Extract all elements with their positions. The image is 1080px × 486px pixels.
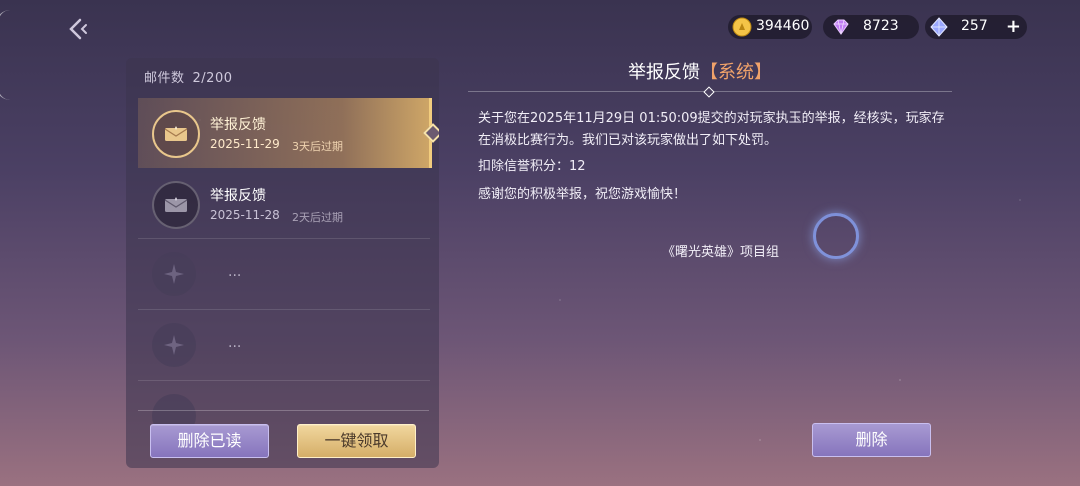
mail-date: 2025-11-28 <box>210 208 280 222</box>
envelope-open-icon <box>164 126 188 141</box>
mail-item[interactable]: 举报反馈 2025-11-28 2天后过期 <box>138 169 430 239</box>
mail-count-value: 2/200 <box>192 71 233 86</box>
back-button[interactable] <box>62 14 96 44</box>
placeholder-circle <box>152 394 196 428</box>
blue-crystal-icon <box>930 17 948 37</box>
gold-currency: 394460 <box>728 15 812 39</box>
delete-read-button[interactable]: 删除已读 <box>150 424 269 458</box>
mail-count: 邮件数 2/200 <box>144 67 232 86</box>
mail-list: 举报反馈 2025-11-29 3天后过期 举报反馈 2025-11-28 2天… <box>138 98 439 428</box>
divider <box>138 309 430 310</box>
add-currency-button[interactable]: + <box>1006 16 1021 37</box>
placeholder-dots: ... <box>228 335 242 351</box>
sparkle-icon <box>164 264 184 284</box>
gold-amount: 394460 <box>756 18 810 34</box>
mail-placeholder <box>138 382 430 428</box>
claim-all-button[interactable]: 一键领取 <box>297 424 416 458</box>
divider-diamond-icon <box>703 86 715 98</box>
envelope-open-icon <box>164 197 188 212</box>
mail-expiry: 3天后过期 <box>292 140 343 153</box>
divider <box>138 238 430 239</box>
mail-title: 举报反馈 <box>210 188 266 204</box>
gold-coin-icon <box>732 17 752 37</box>
mail-expiry: 2天后过期 <box>292 211 343 224</box>
placeholder-circle <box>152 252 196 296</box>
delete-button[interactable]: 删除 <box>812 423 931 457</box>
edge-arc-decoration <box>0 10 12 100</box>
divider <box>138 380 430 381</box>
sparkle-icon <box>164 335 184 355</box>
purple-diamond-currency: 8723 <box>823 15 919 39</box>
placeholder-dots: ... <box>228 264 242 280</box>
blue-crystal-amount: 257 <box>961 18 988 34</box>
system-tag: 【系统】 <box>700 62 772 83</box>
mail-list-panel: 邮件数 2/200 举报反馈 2025-11-29 3天后过期 举报反馈 202… <box>126 58 439 468</box>
chevron-left-icon <box>69 18 87 40</box>
mail-placeholder: ... <box>138 311 430 381</box>
mail-content-title: 举报反馈【系统】 <box>610 58 790 84</box>
mail-icon-circle <box>152 181 200 229</box>
mail-signature: 《曙光英雄》项目组 <box>662 245 780 260</box>
purple-diamond-icon <box>833 19 849 35</box>
mail-count-label: 邮件数 <box>144 71 185 86</box>
mail-placeholder: ... <box>138 240 430 310</box>
blue-crystal-currency: 257 + <box>925 15 1027 39</box>
mail-body-thanks: 感谢您的积极举报，祝您游戏愉快！ <box>478 187 687 202</box>
selection-diamond-icon <box>423 123 439 143</box>
purple-diamond-amount: 8723 <box>863 18 899 34</box>
placeholder-circle <box>152 323 196 367</box>
mail-content-title-text: 举报反馈 <box>628 62 700 83</box>
mail-icon-circle <box>152 110 200 158</box>
mail-body-penalty: 扣除信誉积分：12 <box>478 159 586 174</box>
mail-date: 2025-11-29 <box>210 137 280 151</box>
mail-title: 举报反馈 <box>210 117 266 133</box>
loading-ring-icon <box>813 213 859 259</box>
mail-item-selected[interactable]: 举报反馈 2025-11-29 3天后过期 <box>138 98 439 168</box>
mail-body-paragraph: 关于您在2025年11月29日 01:50:09提交的对玩家执玉的举报，经核实，… <box>478 111 945 148</box>
bottom-divider <box>138 410 429 411</box>
